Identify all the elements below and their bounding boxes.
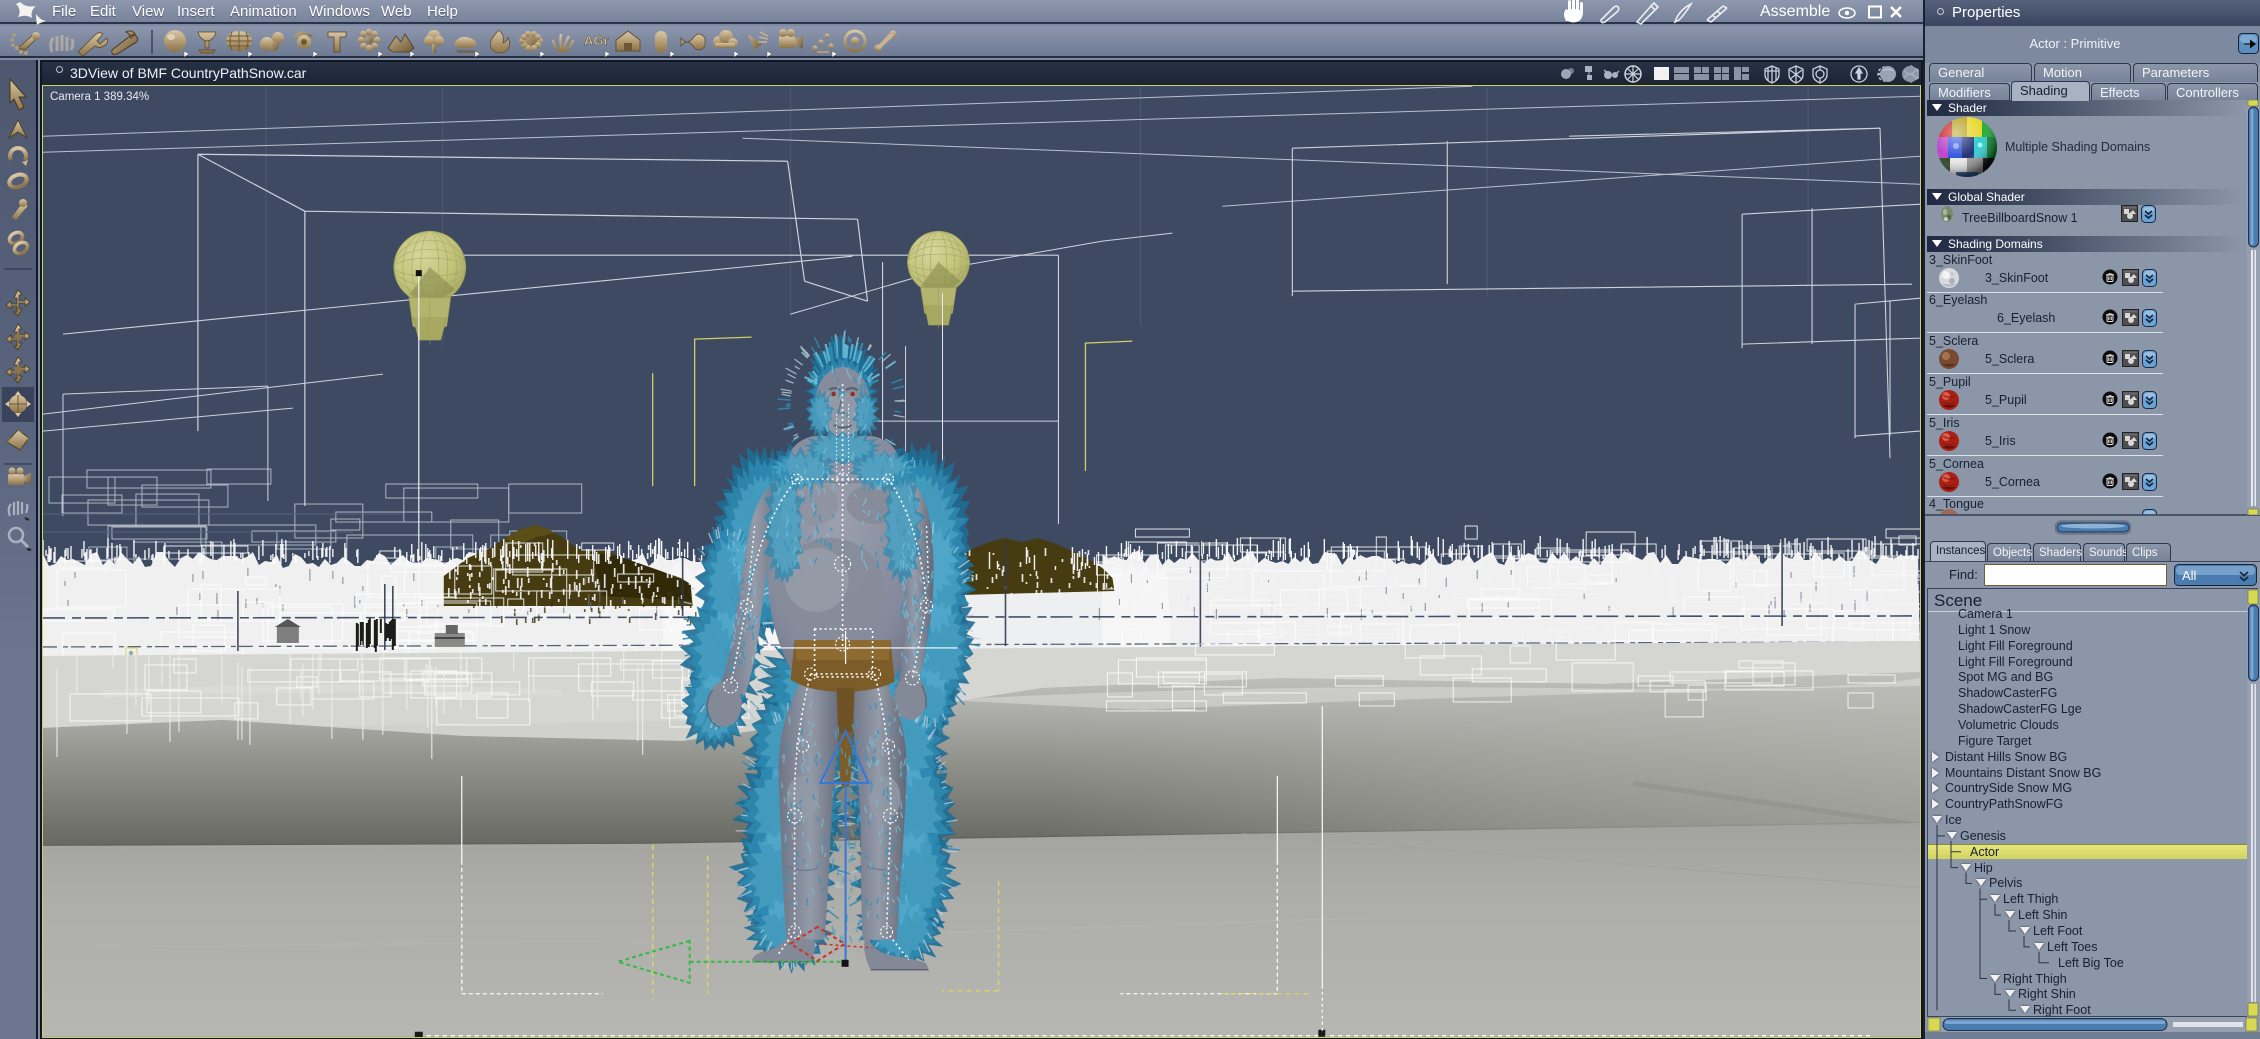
svg-text:AGr: AGr: [584, 33, 609, 48]
svg-text:All: All: [2182, 568, 2197, 583]
